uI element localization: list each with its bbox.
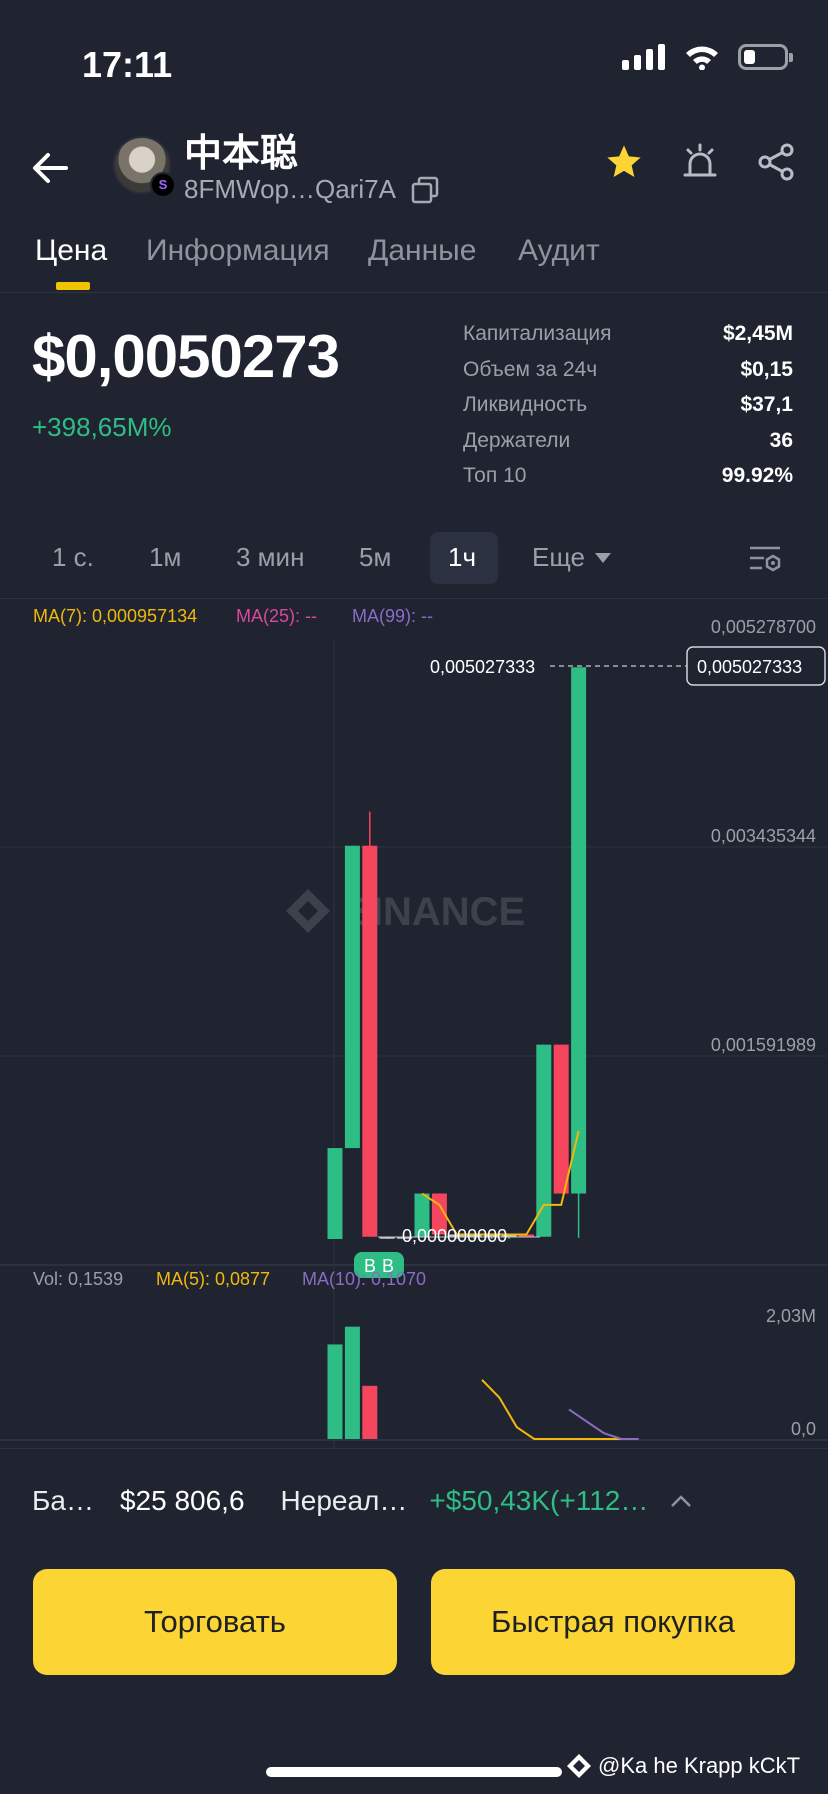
stat-value: $0,15 xyxy=(740,357,793,381)
volume-bars xyxy=(327,1326,378,1439)
interval-more[interactable]: Еще xyxy=(532,542,611,573)
position-summary[interactable]: Ба… $25 806,6 Нереал… +$50,43K(+112… xyxy=(32,1485,692,1517)
price-axis-label: 0,005278700 xyxy=(711,617,816,637)
bottom-panel: Ба… $25 806,6 Нереал… +$50,43K(+112… Тор… xyxy=(0,1448,828,1794)
candle xyxy=(344,845,360,1149)
share-icon[interactable] xyxy=(756,142,796,182)
stat-label: Ликвидность xyxy=(463,393,588,416)
interval-1m[interactable]: 1м xyxy=(149,542,181,573)
interval-5m[interactable]: 5м xyxy=(359,542,391,573)
caret-down-icon xyxy=(594,552,611,563)
binance-logo-icon xyxy=(567,1754,591,1778)
alert-bell-icon[interactable] xyxy=(680,142,720,182)
interval-more-label: Еще xyxy=(532,542,585,572)
stat-row-volume: Объем за 24ч $0,15 xyxy=(463,358,793,394)
last-price-label: 0,005027333 xyxy=(430,657,535,677)
candle xyxy=(362,845,378,1237)
stat-value: 36 xyxy=(769,428,793,452)
header-actions xyxy=(604,142,796,182)
ma25-legend: MA(25): -- xyxy=(236,606,317,626)
stat-label: Капитализация xyxy=(463,322,612,345)
stat-row-top10: Топ 10 99.92% xyxy=(463,464,793,500)
solana-chain-icon: S xyxy=(150,172,176,198)
interval-1s[interactable]: 1 с. xyxy=(52,542,94,573)
chart-settings-icon[interactable] xyxy=(748,544,782,574)
stat-row-market-cap: Капитализация $2,45M xyxy=(463,322,793,358)
user-watermark-text: @Ka he Krapp kCkT xyxy=(598,1753,801,1778)
user-watermark: @Ka he Krapp kCkT xyxy=(566,1753,800,1779)
candle xyxy=(553,1044,569,1194)
price-axis-label: 0,001591989 xyxy=(711,1035,816,1055)
trade-button[interactable]: Торговать xyxy=(33,1569,397,1675)
stat-row-holders: Держатели 36 xyxy=(463,429,793,465)
token-address: 8FMWop…Qari7A xyxy=(184,174,440,205)
volume-axis-min: 0,0 xyxy=(791,1419,816,1439)
volume-ma5-line xyxy=(481,1379,639,1440)
tab-audit[interactable]: Аудит xyxy=(518,234,600,268)
status-icons xyxy=(622,44,793,70)
candle xyxy=(571,667,587,1194)
tab-price[interactable]: Цена xyxy=(35,234,107,268)
wifi-icon xyxy=(686,46,718,70)
volume-ma10-legend: MA(10): 0,1070 xyxy=(302,1269,426,1289)
candle xyxy=(327,1148,343,1239)
quick-buy-button[interactable]: Быстрая покупка xyxy=(431,1569,795,1675)
volume-legend: Vol: 0,1539 xyxy=(33,1269,123,1289)
ma7-legend: MA(7): 0,000957134 xyxy=(33,606,197,626)
price-axis-label: 0,003435344 xyxy=(711,826,816,846)
binance-watermark: BINANCE xyxy=(286,889,525,934)
volume-axis-max: 2,03M xyxy=(766,1306,816,1326)
balance-label: Ба… xyxy=(32,1485,94,1516)
token-address-text: 8FMWop…Qari7A xyxy=(184,174,396,204)
active-tab-indicator xyxy=(56,282,90,290)
low-price-label: 0,000000000 xyxy=(402,1226,507,1246)
price-chart[interactable]: BINANCE MA(7): 0,000957134 MA(25): -- MA… xyxy=(0,598,828,1449)
copy-icon[interactable] xyxy=(410,175,440,205)
last-price-tag-text: 0,005027333 xyxy=(697,657,802,677)
interval-selector: 1 с. 1м 3 мин 5м 1ч Еще xyxy=(0,532,828,588)
tab-info[interactable]: Информация xyxy=(146,234,330,268)
stat-row-liquidity: Ликвидность $37,1 xyxy=(463,393,793,429)
token-header: S 中本聪 8FMWop…Qari7A xyxy=(0,120,828,220)
stat-value: 99.92% xyxy=(721,464,793,487)
chevron-up-icon[interactable] xyxy=(670,1494,692,1508)
volume-ma5-legend: MA(5): 0,0877 xyxy=(156,1269,270,1289)
price-change: +398,65M% xyxy=(32,412,172,442)
token-stats: Капитализация $2,45M Объем за 24ч $0,15 Ли… xyxy=(463,322,793,500)
unrealized-value: +$50,43K(+112… xyxy=(429,1485,649,1516)
balance-value: $25 806,6 xyxy=(119,1485,245,1516)
current-price: $0,0050273 xyxy=(32,323,340,390)
stat-value: $2,45M xyxy=(722,322,793,345)
interval-3m[interactable]: 3 мин xyxy=(236,542,304,573)
battery-icon xyxy=(738,44,793,70)
volume-bar xyxy=(344,1326,360,1439)
stat-label: Топ 10 xyxy=(463,464,527,487)
stat-label: Держатели xyxy=(463,428,571,452)
candles xyxy=(327,667,587,1239)
token-name: 中本聪 xyxy=(184,131,299,175)
volume-bar xyxy=(362,1385,378,1439)
favorite-star-icon[interactable] xyxy=(604,142,644,182)
unrealized-label: Нереал… xyxy=(280,1485,408,1516)
stat-label: Объем за 24ч xyxy=(463,357,598,381)
interval-1h[interactable]: 1ч xyxy=(448,542,476,573)
candle xyxy=(536,1044,552,1237)
stat-value: $37,1 xyxy=(740,393,793,416)
back-arrow-icon[interactable] xyxy=(28,146,72,190)
signal-icon xyxy=(622,44,665,70)
status-time: 17:11 xyxy=(82,44,173,85)
volume-ma10-line xyxy=(568,1408,639,1440)
info-tabs: Цена Информация Данные Аудит xyxy=(0,230,828,293)
volume-bar xyxy=(327,1344,343,1439)
home-indicator xyxy=(266,1767,562,1777)
ma99-legend: MA(99): -- xyxy=(352,606,433,626)
tab-data[interactable]: Данные xyxy=(368,234,476,268)
